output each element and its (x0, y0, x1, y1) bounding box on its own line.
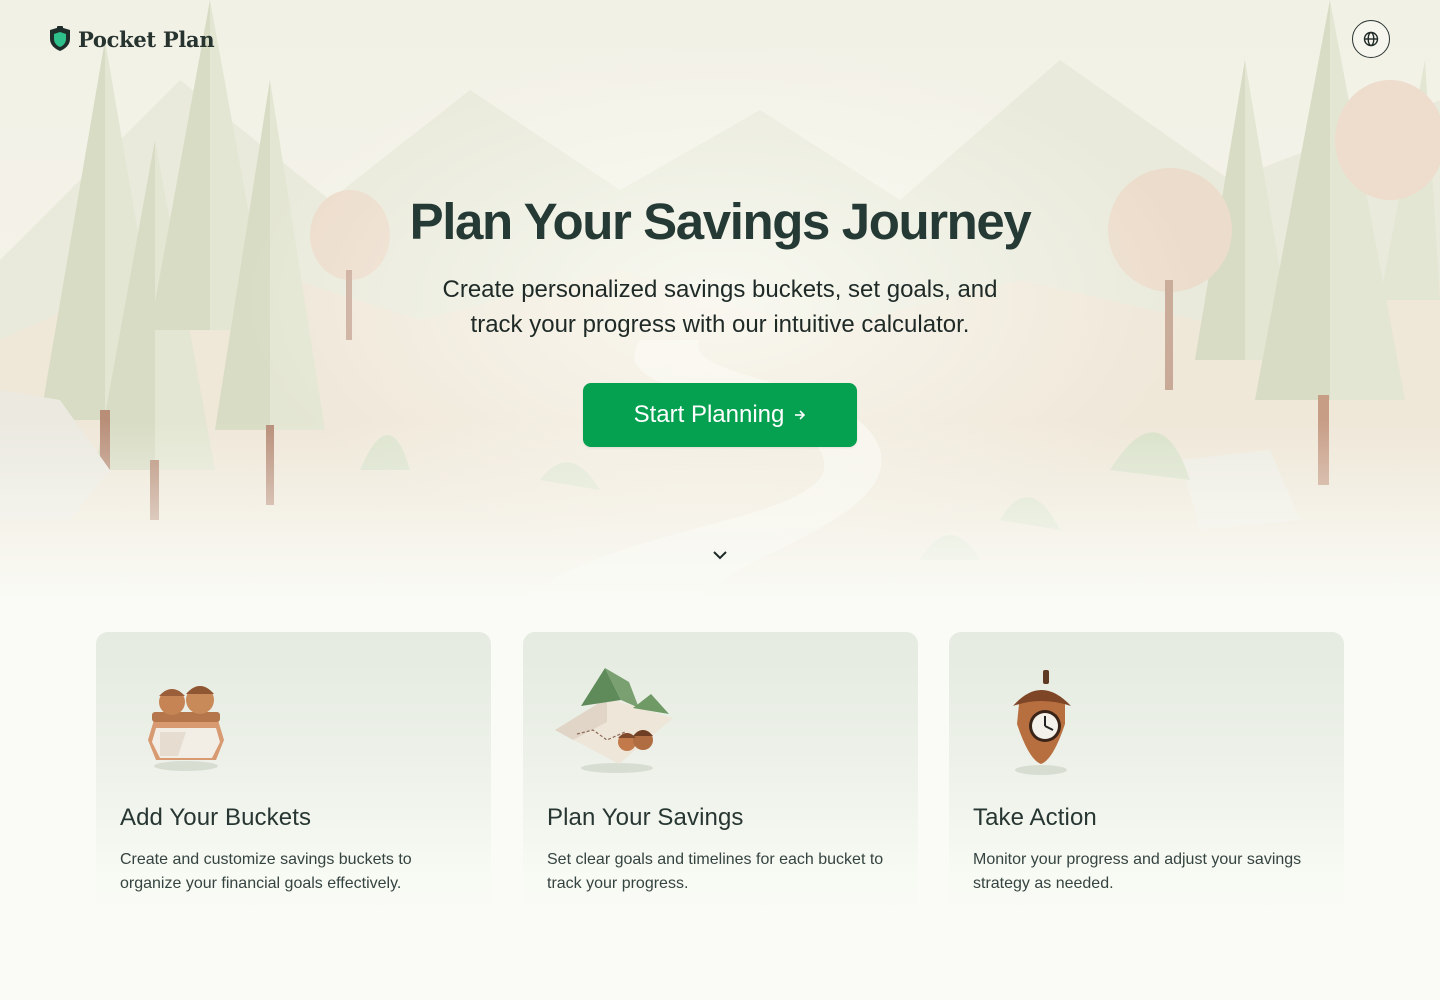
arrow-right-icon (795, 410, 806, 420)
start-planning-label: Start Planning (633, 401, 785, 428)
brand-logo[interactable]: Pocket Plan (48, 26, 215, 52)
brand-name: Pocket Plan (78, 26, 215, 52)
feature-card-buckets: Add Your Buckets Create and customize sa… (96, 632, 491, 922)
feature-title: Plan Your Savings (547, 804, 744, 831)
shield-logo-icon (50, 26, 70, 51)
start-planning-button[interactable]: Start Planning (583, 383, 857, 447)
language-button[interactable] (1352, 20, 1390, 58)
feature-description: Set clear goals and timelines for each b… (547, 851, 884, 892)
acorn-jar-icon (148, 686, 224, 771)
feature-card-action: Take Action Monitor your progress and ad… (949, 632, 1344, 922)
acorn-clock-icon (1013, 670, 1071, 775)
chevron-down-icon[interactable] (710, 548, 730, 562)
map-acorn-icon (555, 668, 673, 773)
feature-card-plan: Plan Your Savings Set clear goals and ti… (523, 632, 918, 922)
feature-title: Add Your Buckets (120, 804, 312, 831)
globe-icon (1363, 31, 1379, 47)
feature-description: Monitor your progress and adjust your sa… (973, 851, 1302, 892)
feature-title: Take Action (973, 804, 1097, 831)
feature-description: Create and customize savings buckets to … (120, 851, 412, 892)
hero-subtitle: Create personalized savings buckets, set… (442, 276, 998, 338)
hero-title: Plan Your Savings Journey (409, 193, 1032, 250)
